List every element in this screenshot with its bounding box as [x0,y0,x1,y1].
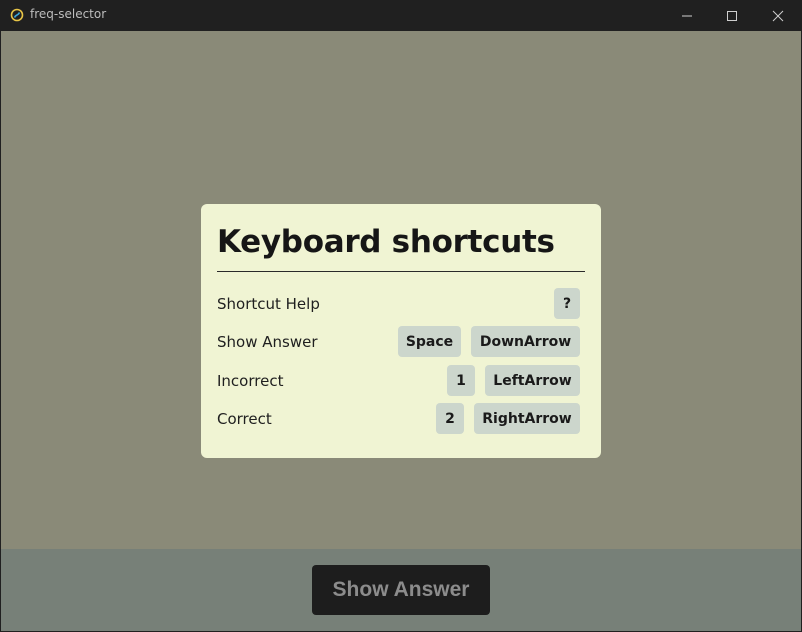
app-icon [10,8,24,22]
shortcut-label: Shortcut Help [217,295,320,313]
shortcut-key: 2 [436,403,464,434]
title-divider [217,271,585,272]
shortcut-key: DownArrow [471,326,580,357]
shortcut-label: Show Answer [217,333,318,351]
maximize-button[interactable] [709,0,755,31]
shortcut-key: RightArrow [474,403,580,434]
keyboard-shortcuts-modal: Keyboard shortcuts Shortcut Help ? Show … [201,204,601,458]
shortcut-key: Space [398,326,461,357]
shortcut-key: 1 [447,365,475,396]
window-title: freq-selector [30,7,107,21]
shortcut-row-help: Shortcut Help ? [217,288,585,320]
minimize-button[interactable] [664,0,710,31]
shortcut-key: ? [554,288,580,319]
close-icon [772,10,784,21]
window-title-bar: freq-selector [0,0,802,31]
modal-title: Keyboard shortcuts [217,224,555,260]
maximize-icon [727,10,737,21]
close-button[interactable] [755,0,801,31]
shortcut-row-correct: Correct 2 RightArrow [217,403,585,435]
shortcut-row-incorrect: Incorrect 1 LeftArrow [217,365,585,397]
shortcut-label: Incorrect [217,372,284,390]
shortcut-row-show-answer: Show Answer Space DownArrow [217,326,585,358]
show-answer-button[interactable]: Show Answer [312,565,490,615]
shortcut-key: LeftArrow [485,365,580,396]
minimize-icon [682,15,692,16]
shortcut-label: Correct [217,410,272,428]
